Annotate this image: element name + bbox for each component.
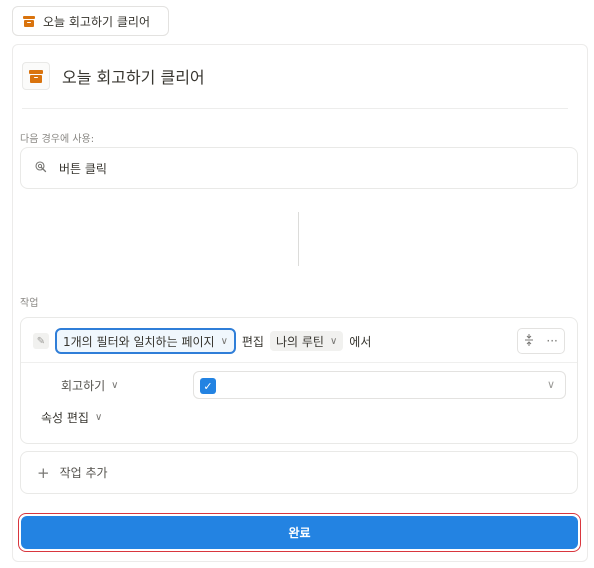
chevron-down-icon: ∨ — [94, 412, 103, 423]
automation-header: 오늘 회고하기 클리어 — [22, 62, 205, 90]
property-dropdown[interactable]: 회고하기 ∨ — [61, 377, 119, 394]
property-value-select[interactable]: ✓ ∨ — [193, 371, 566, 399]
chevron-down-icon: ∨ — [329, 335, 338, 347]
chevron-down-icon: ∨ — [546, 378, 555, 391]
automation-chip[interactable]: 오늘 회고하기 클리어 — [12, 6, 169, 36]
pencil-icon[interactable]: ✎ — [33, 333, 49, 349]
header-icon-button[interactable] — [22, 62, 50, 90]
actions-section-label: 작업 — [20, 298, 39, 309]
trigger-card[interactable]: 버튼 클릭 — [20, 147, 578, 189]
edit-properties-label: 속성 편집 — [41, 411, 89, 425]
plus-icon: + — [37, 463, 50, 482]
filter-pages-label: 1개의 필터와 일치하는 페이지 — [63, 334, 215, 349]
checkbox-checked[interactable]: ✓ — [200, 378, 216, 394]
archive-box-icon — [23, 15, 35, 27]
header-divider — [22, 108, 568, 109]
more-options-icon[interactable]: ··· — [546, 334, 557, 348]
property-row: 회고하기 ∨ ✓ ∨ — [21, 371, 577, 399]
chevron-down-icon: ∨ — [111, 380, 119, 391]
done-button-label: 완료 — [288, 526, 311, 540]
action-row-divider — [21, 362, 577, 363]
action-card: ✎ 1개의 필터와 일치하는 페이지 ∨ 편집 나의 루틴 ∨ 에서 ··· 회… — [20, 317, 578, 444]
edit-properties-dropdown[interactable]: 속성 편집 ∨ — [41, 409, 102, 426]
action-summary-row: ✎ 1개의 필터와 일치하는 페이지 ∨ 편집 나의 루틴 ∨ 에서 ··· — [33, 328, 565, 354]
archive-box-icon — [29, 69, 43, 83]
trigger-label: 버튼 클릭 — [59, 161, 107, 176]
trigger-section-label: 다음 경우에 사용: — [20, 134, 95, 145]
filter-pages-dropdown[interactable]: 1개의 필터와 일치하는 페이지 ∨ — [55, 328, 236, 354]
connector-line — [298, 212, 299, 266]
collapse-icon[interactable] — [524, 333, 534, 349]
property-label: 회고하기 — [61, 379, 106, 393]
automation-title[interactable]: 오늘 회고하기 클리어 — [62, 64, 205, 88]
add-action-button[interactable]: + 작업 추가 — [20, 451, 578, 494]
action-tools: ··· — [517, 328, 565, 354]
automation-chip-label: 오늘 회고하기 클리어 — [43, 14, 150, 29]
edit-text: 편집 — [241, 334, 264, 349]
chevron-down-icon: ∨ — [220, 335, 228, 347]
database-label: 나의 루틴 — [275, 334, 324, 349]
done-button[interactable]: 완료 — [21, 516, 578, 549]
add-action-label: 작업 추가 — [59, 466, 108, 480]
cursor-click-icon — [35, 160, 47, 176]
database-dropdown[interactable]: 나의 루틴 ∨ — [269, 331, 344, 351]
in-text: 에서 — [349, 334, 372, 349]
